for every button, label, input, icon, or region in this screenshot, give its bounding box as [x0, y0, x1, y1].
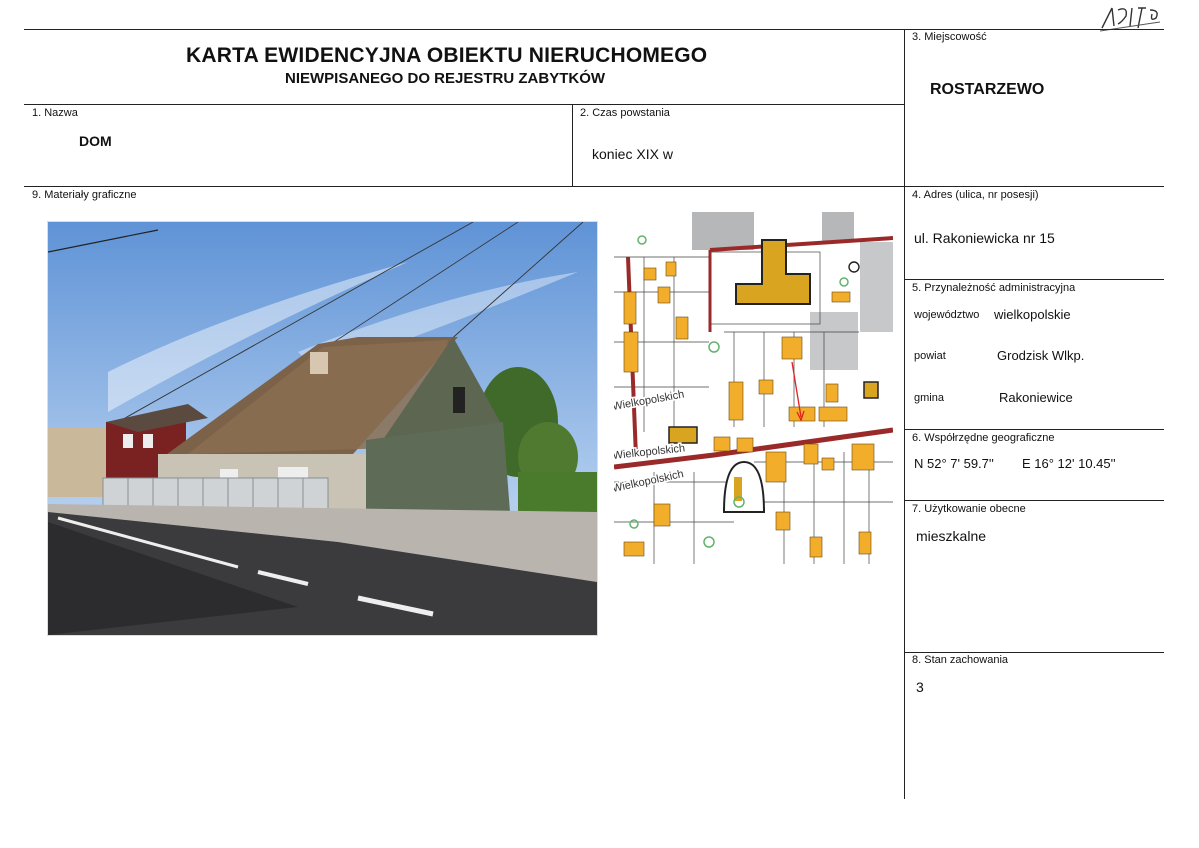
period-label: 2. Czas powstania [580, 107, 670, 119]
period-value: koniec XIX w [592, 146, 673, 162]
coords-east: E 16° 12' 10.45'' [1022, 456, 1116, 471]
voivodeship-label: województwo [914, 309, 980, 321]
name-label: 1. Nazwa [32, 107, 78, 119]
county-value: Grodzisk Wlkp. [997, 348, 1085, 363]
rule-after-admin [904, 429, 1164, 430]
condition-value: 3 [916, 679, 924, 695]
record-card: { "header": { "title": "KARTA EWIDENCYJN… [0, 0, 1199, 848]
location-map: Wielkopolskich Wielkopolskich Wielkopols… [614, 212, 893, 564]
locality-label: 3. Miejscowość [912, 31, 987, 43]
commune-value: Rakoniewice [999, 390, 1073, 405]
address-value: ul. Rakoniewicka nr 15 [914, 230, 1055, 246]
locality-value: ROSTARZEWO [930, 81, 1045, 98]
handwritten-signature [1099, 7, 1161, 32]
graphics-label: 9. Materiały graficzne [32, 189, 137, 201]
rule-after-address [904, 279, 1164, 280]
commune-label: gmina [914, 392, 944, 404]
name-value: DOM [79, 133, 112, 149]
header-bottom-rule [24, 104, 904, 105]
voivodeship-value: wielkopolskie [994, 307, 1071, 322]
page-title: KARTA EWIDENCYJNA OBIEKTU NIERUCHOMEGO [186, 44, 708, 67]
main-divider [904, 29, 905, 799]
usage-label: 7. Użytkowanie obecne [912, 503, 1026, 515]
address-label: 4. Adres (ulica, nr posesji) [912, 189, 1039, 201]
rule-after-coords [904, 500, 1164, 501]
name-period-divider [572, 104, 573, 186]
coords-north: N 52° 7' 59.7'' [914, 456, 994, 471]
house-photo [48, 222, 597, 635]
page-subtitle: NIEWPISANEGO DO REJESTRU ZABYTKÓW [285, 70, 606, 87]
admin-label: 5. Przynależność administracyjna [912, 282, 1076, 294]
row1-bottom-rule [24, 186, 1164, 187]
condition-label: 8. Stan zachowania [912, 654, 1009, 666]
coords-label: 6. Współrzędne geograficzne [912, 432, 1055, 444]
top-rule [24, 29, 1164, 30]
usage-value: mieszkalne [916, 528, 987, 544]
county-label: powiat [914, 350, 946, 362]
rule-after-usage [904, 652, 1164, 653]
